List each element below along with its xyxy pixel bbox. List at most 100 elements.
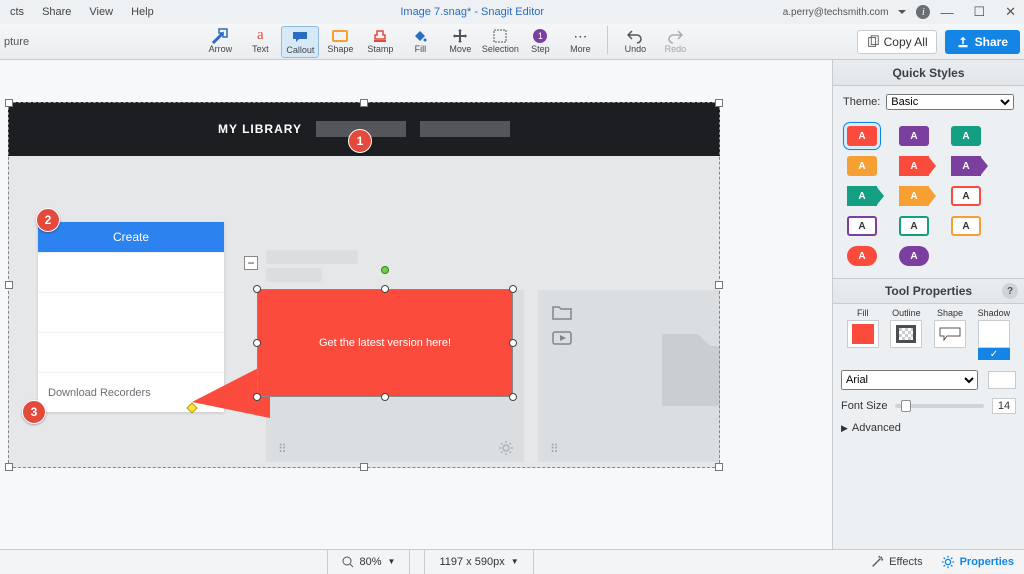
style-callout-purple[interactable]: A [899,126,929,146]
advanced-toggle[interactable]: ▶ Advanced [833,418,1024,438]
tool-arrow[interactable]: Arrow [201,26,239,56]
share-label: Share [975,35,1008,49]
undo-icon [627,28,643,44]
menu-bar: cts Share View Help [0,4,162,20]
tool-text[interactable]: a Text [241,26,279,56]
stamp-icon [372,28,388,44]
callout-icon [292,29,308,45]
style-callout-red[interactable]: A [847,126,877,146]
status-bar: 80% ▼ 1197 x 590px ▼ Effects Properties [0,549,1024,573]
window-title: Image 7.snag* - Snagit Editor [162,6,783,18]
canvas-area[interactable]: MY LIBRARY Create Download Recorders − [0,60,832,549]
style-callout-orange[interactable]: A [847,156,877,176]
move-icon [452,28,468,44]
style-outline-green[interactable]: A [899,216,929,236]
effects-button[interactable]: Effects [870,555,922,569]
zoom-value: 80% [360,556,382,568]
dimensions-value: 1197 x 590px [439,556,504,568]
shadow-picker[interactable]: Shadow ✓ [978,308,1011,360]
tool-redo-label: Redo [665,44,687,54]
menu-help[interactable]: Help [123,4,162,20]
shape-label: Shape [937,308,963,318]
step-badge-1[interactable]: 1 [348,129,372,153]
tool-undo-label: Undo [625,44,647,54]
toolbar: pture Arrow a Text Callout Shape [0,24,1024,60]
tool-step[interactable]: 1 Step [521,26,559,56]
callout-selection[interactable] [257,289,513,397]
tool-callout-label: Callout [286,45,314,55]
maximize-button[interactable]: ☐ [973,4,985,20]
zoom-control[interactable]: 80% ▼ [327,550,411,574]
fill-picker[interactable]: Fill [847,308,879,360]
tool-redo[interactable]: Redo [656,26,694,56]
menu-view[interactable]: View [81,4,121,20]
theme-select[interactable]: Basic [886,94,1014,110]
font-color-picker[interactable] [988,371,1016,389]
user-menu-chevron-icon[interactable] [898,10,906,14]
shadow-label: Shadow [978,308,1011,318]
share-button[interactable]: Share [945,30,1020,54]
style-callout-green[interactable]: A [951,126,981,146]
style-arrow-red[interactable]: A [899,156,929,176]
tool-fill[interactable]: Fill [401,26,439,56]
rotate-handle[interactable] [381,266,389,274]
style-pill-purple[interactable]: A [899,246,929,266]
tool-text-label: Text [252,44,269,54]
quick-styles-grid: A A A A A A A A A A A A A A [833,118,1024,278]
tool-selection-label: Selection [482,44,519,54]
tool-shape-label: Shape [327,44,353,54]
copy-all-button[interactable]: Copy All [857,30,937,54]
style-outline-purple[interactable]: A [847,216,877,236]
style-arrow-orange[interactable]: A [899,186,929,206]
tool-arrow-label: Arrow [209,44,233,54]
font-select[interactable]: Arial [841,370,978,390]
tool-fill-label: Fill [415,44,427,54]
tool-undo[interactable]: Undo [616,26,654,56]
fill-icon [412,28,428,44]
tool-stamp-label: Stamp [367,44,393,54]
font-size-slider[interactable] [895,404,984,408]
menu-cts[interactable]: cts [2,4,32,20]
shape-icon [332,28,348,44]
arrow-icon [212,28,228,44]
gear-icon [941,555,955,569]
font-size-label: Font Size [841,400,887,412]
style-arrow-green[interactable]: A [847,186,877,206]
canvas-selection[interactable] [8,102,720,468]
tool-callout[interactable]: Callout [281,26,319,58]
selection-icon [492,28,508,44]
dimensions-control[interactable]: 1197 x 590px ▼ [424,550,533,574]
capture-stub[interactable]: pture [4,36,39,48]
tool-more-label: More [570,44,591,54]
font-size-value[interactable]: 14 [992,398,1016,414]
title-bar: cts Share View Help Image 7.snag* - Snag… [0,0,1024,24]
step-badge-3[interactable]: 3 [22,400,46,424]
user-email[interactable]: a.perry@techsmith.com [783,7,889,18]
step-badge-2[interactable]: 2 [36,208,60,232]
close-button[interactable]: ✕ [1005,4,1016,20]
quick-styles-header: Quick Styles [833,60,1024,86]
tool-move[interactable]: Move [441,26,479,56]
style-outline-orange[interactable]: A [951,216,981,236]
tool-more[interactable]: ⋯ More [561,26,599,56]
minimize-button[interactable]: — [940,5,953,20]
properties-button[interactable]: Properties [941,555,1014,569]
menu-share[interactable]: Share [34,4,79,20]
style-outline-red[interactable]: A [951,186,981,206]
help-icon[interactable]: ? [1002,283,1018,299]
tool-stamp[interactable]: Stamp [361,26,399,56]
fill-outline-shape-shadow: Fill Outline Shape Shadow ✓ [833,304,1024,366]
magnifier-icon [342,556,354,568]
style-pill-red[interactable]: A [847,246,877,266]
advanced-label: Advanced [852,422,901,434]
toolbar-separator [607,26,608,54]
shape-picker[interactable]: Shape [934,308,966,360]
theme-label: Theme: [843,96,880,108]
style-arrow-purple[interactable]: A [951,156,981,176]
info-icon[interactable]: i [916,5,930,19]
callout-annotation[interactable]: Get the latest version here! [258,290,512,396]
tool-shape[interactable]: Shape [321,26,359,56]
tool-selection[interactable]: Selection [481,26,519,56]
effects-label: Effects [889,556,922,568]
outline-picker[interactable]: Outline [890,308,922,360]
